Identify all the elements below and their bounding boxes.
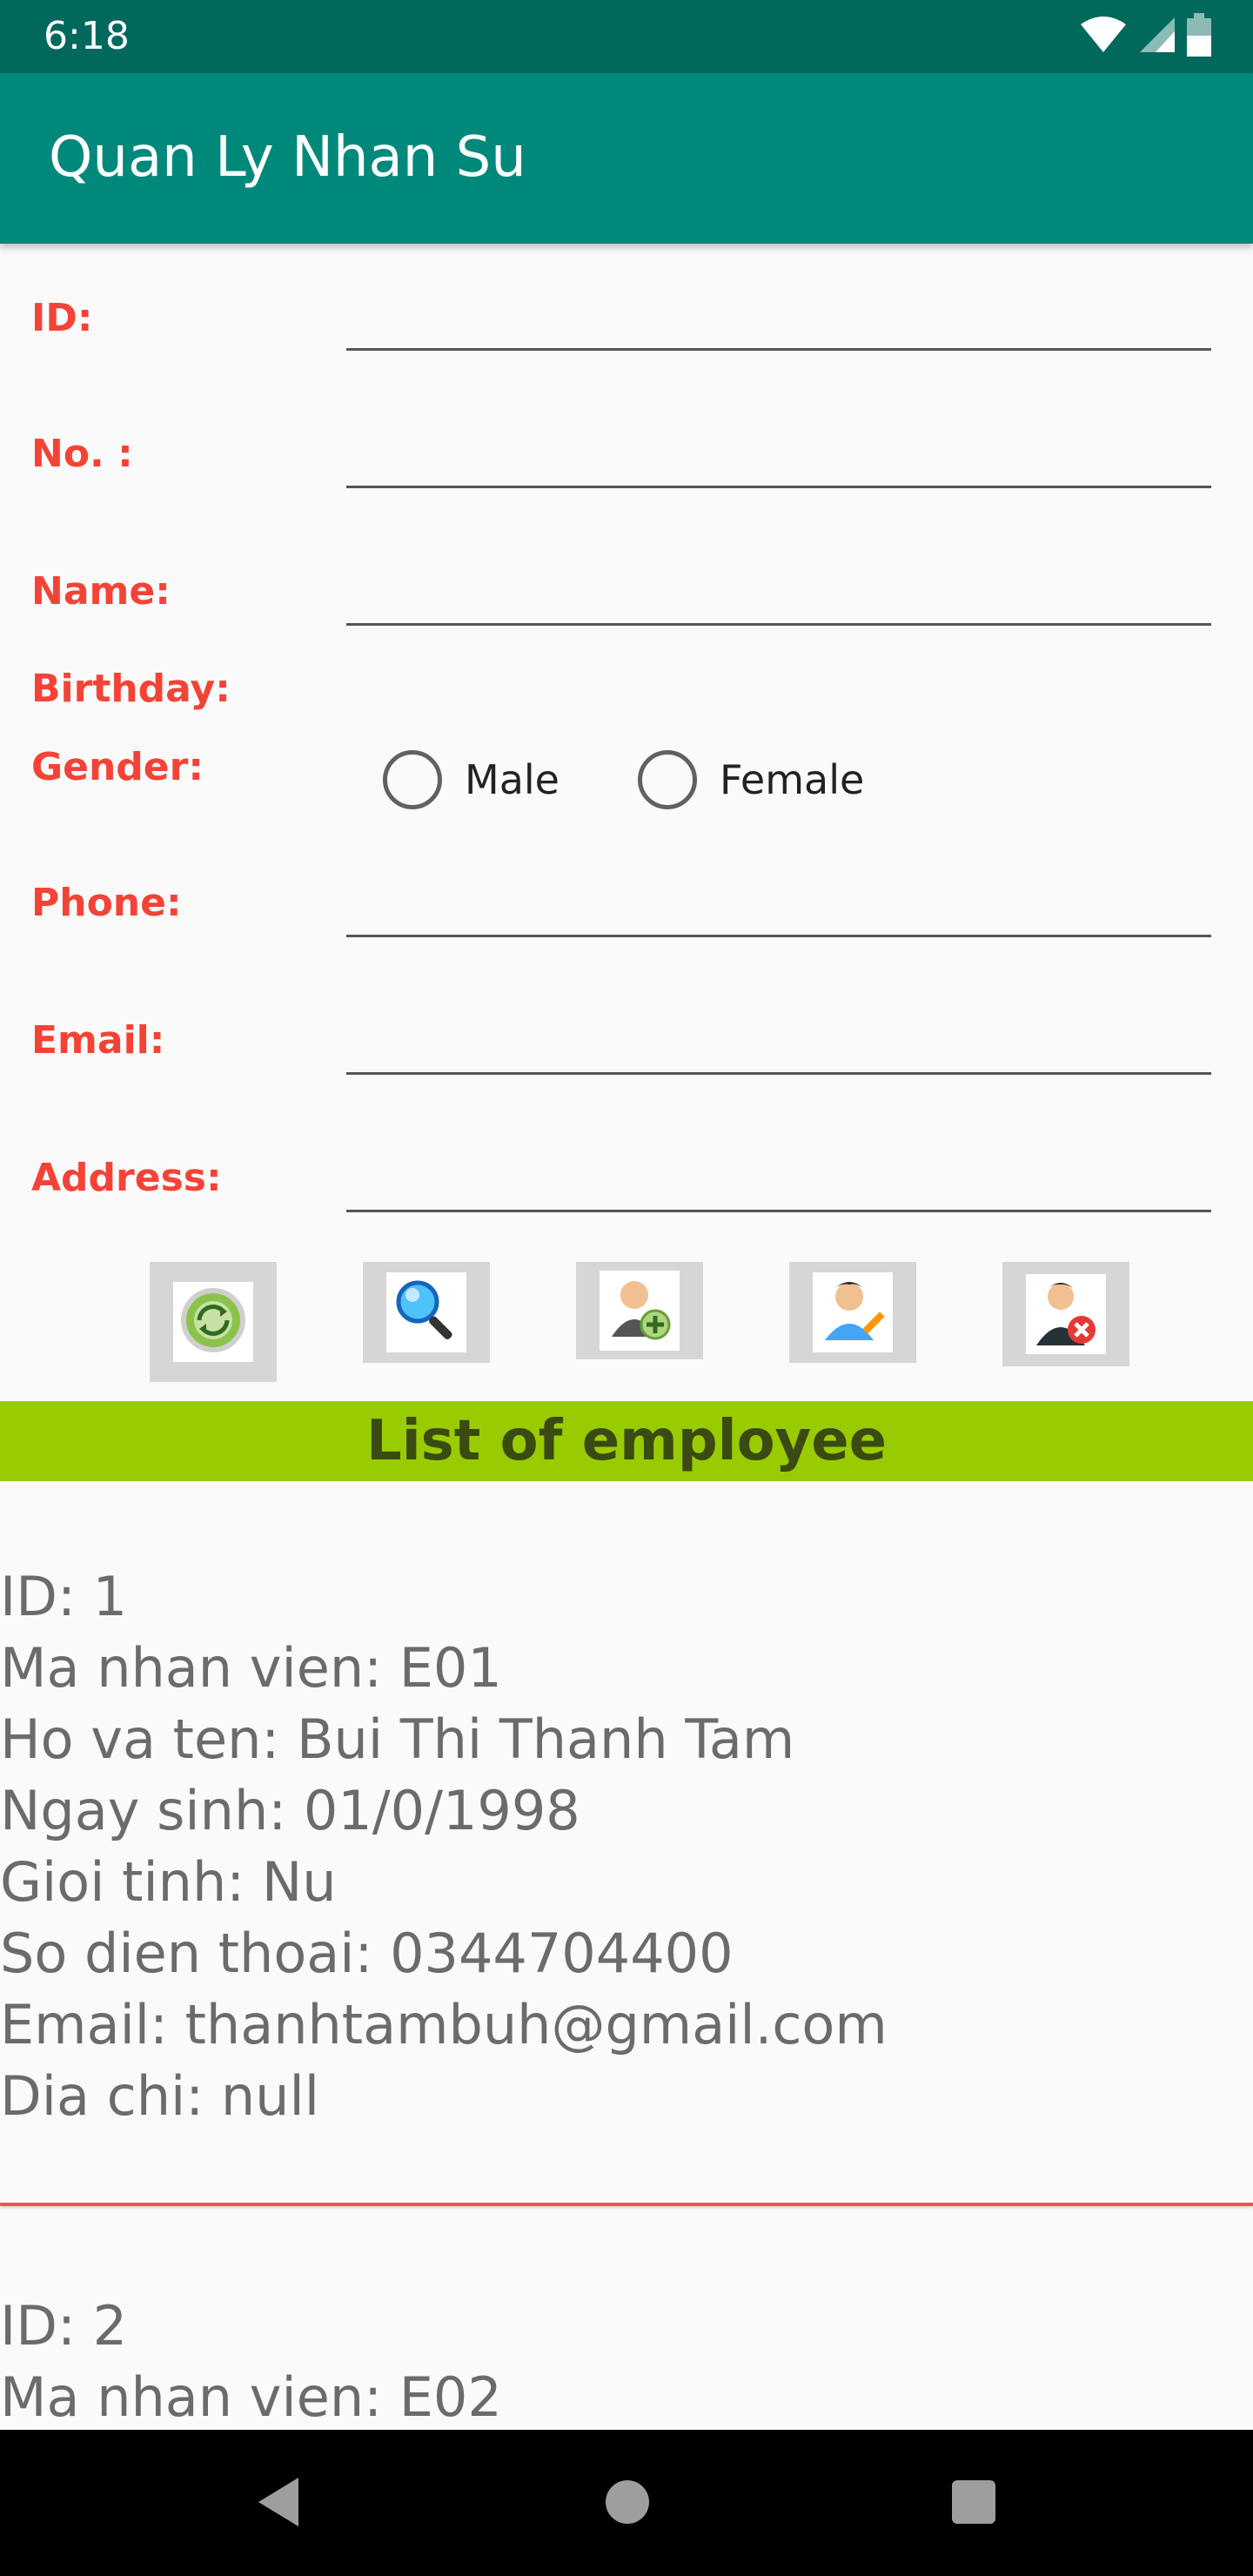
- record-code: Ma nhan vien: E01: [0, 1636, 502, 1700]
- battery-icon: [1187, 12, 1211, 61]
- cell-signal-icon: [1138, 16, 1176, 58]
- email-label: Email:: [31, 1018, 165, 1063]
- recents-icon: [950, 2479, 997, 2530]
- birthday-label: Birthday:: [31, 667, 231, 711]
- record-email: Email: thanhtambuh@gmail.com: [0, 1993, 888, 2056]
- male-radio[interactable]: Male: [383, 750, 559, 809]
- refresh-button[interactable]: [150, 1262, 277, 1382]
- gender-radio-group: Male Female: [383, 750, 942, 809]
- refresh-icon: [178, 1285, 248, 1359]
- record-id: ID: 2: [0, 2294, 128, 2358]
- name-label: Name:: [31, 569, 171, 614]
- record-gender: Gioi tinh: Nu: [0, 1850, 337, 1914]
- list-title: List of employee: [365, 1409, 888, 1473]
- list-header: List of employee: [0, 1401, 1253, 1481]
- no-label: No. :: [31, 432, 133, 476]
- app-title: Quan Ly Nhan Su: [49, 125, 526, 190]
- male-radio-circle[interactable]: [383, 750, 442, 809]
- female-radio-circle[interactable]: [637, 750, 697, 809]
- record-id: ID: 1: [0, 1565, 128, 1628]
- back-icon: [255, 2476, 304, 2532]
- status-time: 6:18: [44, 14, 130, 58]
- record-phone: So dien thoai: 0344704400: [0, 1922, 734, 1985]
- employee-record[interactable]: ID: 1 Ma nhan vien: E01 Ho va ten: Bui T…: [0, 1561, 1253, 2132]
- id-label: ID:: [31, 296, 93, 340]
- phone-label: Phone:: [31, 881, 182, 925]
- back-button[interactable]: [249, 2473, 310, 2534]
- record-divider: [0, 2203, 1253, 2206]
- gender-label: Gender:: [31, 745, 204, 789]
- wifi-icon: [1079, 16, 1128, 58]
- add-user-icon: [603, 1272, 676, 1350]
- record-birthday: Ngay sinh: 01/0/1998: [0, 1779, 580, 1842]
- female-radio[interactable]: Female: [637, 750, 864, 809]
- name-field[interactable]: [346, 623, 1211, 626]
- delete-user-button[interactable]: [1002, 1262, 1129, 1366]
- id-field[interactable]: [346, 348, 1211, 351]
- home-button[interactable]: [597, 2473, 658, 2534]
- delete-user-icon: [1029, 1276, 1102, 1353]
- email-field[interactable]: [346, 1072, 1211, 1075]
- record-name: Ho va ten: Bui Thi Thanh Tam: [0, 1707, 795, 1771]
- address-label: Address:: [31, 1156, 222, 1200]
- search-button[interactable]: [363, 1262, 490, 1363]
- add-user-button[interactable]: [576, 1262, 703, 1359]
- recents-button[interactable]: [943, 2473, 1004, 2534]
- record-code: Ma nhan vien: E02: [0, 2365, 502, 2429]
- female-radio-label[interactable]: Female: [720, 756, 864, 803]
- employee-record[interactable]: ID: 2 Ma nhan vien: E02: [0, 2291, 1253, 2433]
- navigation-bar: [0, 2430, 1253, 2576]
- record-address: Dia chi: null: [0, 2064, 319, 2128]
- search-icon: [390, 1274, 463, 1352]
- male-radio-label[interactable]: Male: [465, 756, 559, 803]
- home-icon: [604, 2479, 651, 2530]
- address-field[interactable]: [346, 1210, 1211, 1212]
- edit-user-button[interactable]: [789, 1262, 916, 1363]
- phone-field[interactable]: [346, 935, 1211, 937]
- no-field[interactable]: [346, 486, 1211, 488]
- app-bar: Quan Ly Nhan Su: [0, 73, 1253, 244]
- status-bar: 6:18: [0, 0, 1253, 73]
- status-icons: [1079, 12, 1211, 61]
- edit-user-icon: [816, 1274, 889, 1352]
